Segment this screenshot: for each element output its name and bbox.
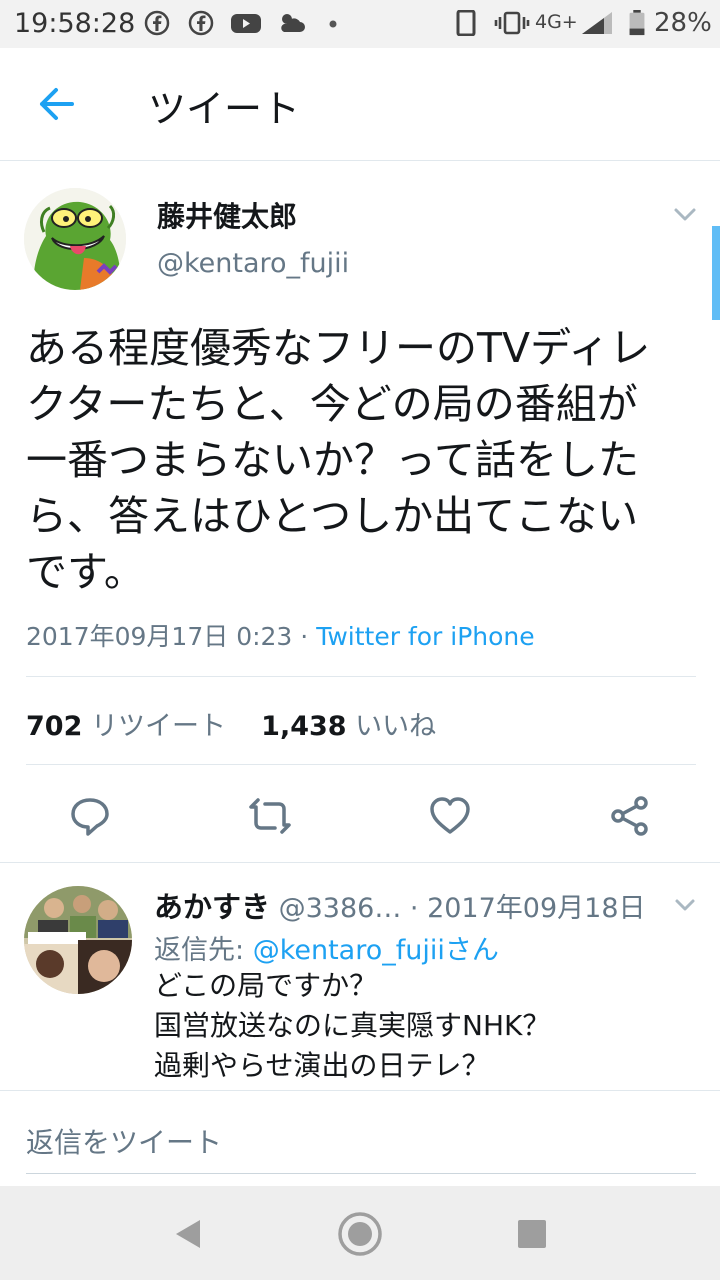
signal-icon — [582, 12, 612, 34]
compose-underline — [26, 1173, 696, 1174]
meta-separator: · — [292, 622, 317, 651]
tweet-text-line: 一番つまらないか？って話をした — [26, 436, 639, 484]
tweet-meta: 2017年09月17日 0:23 · Twitter for iPhone — [26, 617, 535, 653]
tweet-text: ある程度優秀なフリーのTVディレ クターたちと、今どの局の番組が 一番つまらない… — [26, 320, 706, 600]
tweet-text-line: です。 — [26, 548, 145, 596]
system-nav-bar — [0, 1186, 720, 1280]
reply-text: どこの局ですか？ 国営放送なのに真実隠すNHK？ 過剰やらせ演出の日テレ？ — [154, 966, 694, 1086]
vibrate-icon — [494, 11, 530, 35]
page-title: ツイート — [148, 87, 301, 131]
divider — [26, 676, 696, 677]
phone-icon — [456, 10, 476, 36]
author-handle[interactable]: @kentaro_fujii — [157, 248, 349, 279]
chevron-down-icon[interactable] — [672, 895, 698, 915]
reply-author-handle[interactable]: @3386… — [279, 893, 402, 924]
reply-text-line: 過剰やらせ演出の日テレ？ — [154, 1049, 490, 1082]
battery-icon — [629, 10, 645, 36]
tweet-text-line: ある程度優秀なフリーのTVディレ — [26, 324, 651, 372]
status-time: 19:58:28 — [14, 8, 136, 39]
home-circle-icon[interactable] — [336, 1210, 384, 1258]
recents-square-icon[interactable] — [514, 1216, 550, 1252]
chevron-down-icon[interactable] — [670, 202, 700, 226]
back-arrow-icon[interactable] — [34, 82, 78, 126]
retweet-label[interactable]: リツイート — [91, 711, 226, 742]
facebook-icon — [144, 10, 170, 36]
retweet-icon[interactable] — [246, 792, 294, 840]
reply-to-prefix: 返信先: — [154, 935, 253, 966]
share-icon[interactable] — [606, 792, 654, 840]
weather-icon — [281, 14, 305, 32]
reply-author-name[interactable]: あかすき — [154, 890, 270, 924]
reply-avatar[interactable] — [24, 886, 132, 994]
avatar[interactable] — [24, 188, 126, 290]
reply-to: 返信先: @kentaro_fujiiさん — [154, 928, 499, 967]
youtube-icon — [231, 14, 261, 33]
author-name[interactable]: 藤井健太郎 — [157, 195, 297, 235]
back-triangle-icon[interactable] — [168, 1214, 208, 1254]
network-type: 4G+ — [535, 11, 578, 33]
reply-header: あかすき @3386… · 2017年09月18日 — [154, 884, 646, 926]
like-icon[interactable] — [426, 792, 474, 840]
divider — [0, 862, 720, 863]
retweet-count[interactable]: 702 — [26, 711, 82, 742]
divider — [26, 764, 696, 765]
dot-icon — [329, 20, 337, 28]
reply-date: · 2017年09月18日 — [401, 893, 646, 924]
reply-avatar-collage — [24, 886, 132, 994]
reply-compose-bar: 返信をツイート — [0, 1090, 720, 1187]
like-label[interactable]: いいね — [355, 711, 436, 742]
battery-percent: 28% — [654, 8, 712, 38]
tweet-stats: 702 リツイート 1,438 いいね — [26, 704, 436, 743]
tweet-text-line: ら、答えはひとつしか出てこない — [26, 492, 639, 540]
tweet-timestamp: 2017年09月17日 0:23 — [26, 622, 293, 651]
avatar-illustration — [24, 188, 126, 290]
reply-text-line: どこの局ですか？ — [154, 969, 378, 1002]
tweet-text-line: クターたちと、今どの局の番組が — [26, 380, 638, 428]
facebook-icon — [188, 10, 214, 36]
reply-to-handle-link[interactable]: @kentaro_fujiiさん — [253, 935, 499, 966]
app-header: ツイート — [0, 48, 720, 161]
status-bar: 19:58:28 4G+ 28% — [0, 0, 720, 48]
tweet-source-link[interactable]: Twitter for iPhone — [316, 622, 534, 651]
scrollbar[interactable] — [712, 226, 720, 320]
reply-compose-input[interactable]: 返信をツイート — [26, 1121, 222, 1161]
like-count[interactable]: 1,438 — [261, 711, 346, 742]
reply-text-line: 国営放送なのに真実隠すNHK？ — [154, 1009, 551, 1042]
reply-icon[interactable] — [66, 792, 114, 840]
